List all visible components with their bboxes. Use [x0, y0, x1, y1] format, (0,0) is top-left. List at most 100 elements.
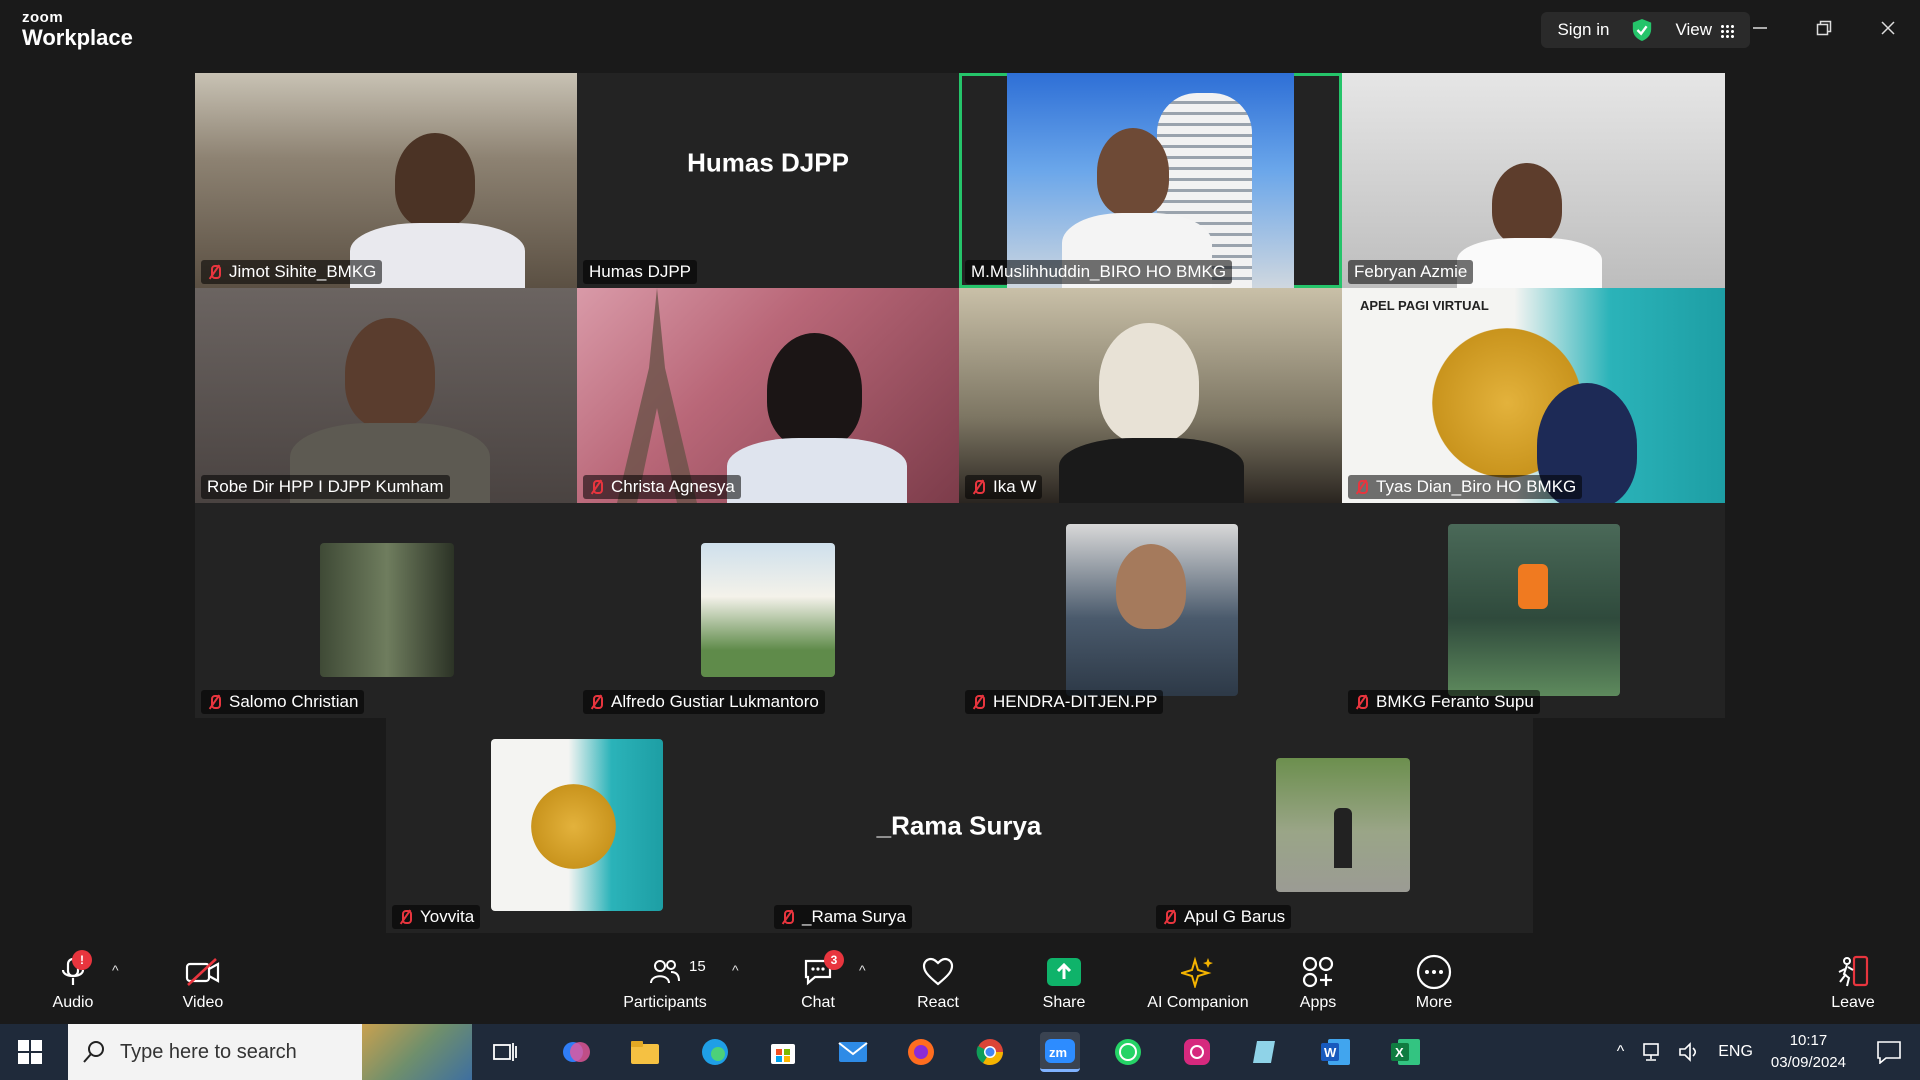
participant-display-name: Humas DJPP: [687, 147, 849, 178]
notification-center-icon[interactable]: [1876, 1040, 1902, 1064]
system-tray: ^ ENG 10:17 03/09/2024: [1617, 1024, 1920, 1080]
task-view-icon[interactable]: [485, 1032, 525, 1072]
minimize-icon[interactable]: [1746, 14, 1774, 42]
microsoft-store-icon[interactable]: [763, 1032, 803, 1072]
clock-date: 03/09/2024: [1770, 1054, 1846, 1071]
view-button[interactable]: View: [1675, 20, 1734, 40]
svg-text:zm: zm: [1049, 1045, 1067, 1060]
chrome-icon[interactable]: [970, 1032, 1010, 1072]
participant-video-body: [727, 438, 907, 503]
zoom-taskbar-icon[interactable]: zm: [1040, 1032, 1080, 1072]
more-button[interactable]: More: [1404, 940, 1464, 1024]
audio-options-caret-icon[interactable]: ^: [112, 962, 119, 978]
name-tag: Christa Agnesya: [583, 475, 741, 499]
excel-icon[interactable]: X: [1386, 1032, 1426, 1072]
participant-video-body: [1059, 438, 1244, 503]
participant-name: Jimot Sihite_BMKG: [229, 262, 377, 281]
show-hidden-icons-icon[interactable]: ^: [1617, 1043, 1625, 1061]
video-tile[interactable]: Christa Agnesya: [577, 288, 959, 503]
close-icon[interactable]: [1874, 14, 1902, 42]
participant-video-body: [1457, 238, 1602, 288]
video-tile[interactable]: Robe Dir HPP I DJPP Kumham: [195, 288, 577, 503]
avatar: [1066, 524, 1238, 696]
share-button[interactable]: Share: [1032, 940, 1096, 1024]
notes-app-icon[interactable]: [1246, 1032, 1286, 1072]
copilot-icon[interactable]: [556, 1032, 596, 1072]
firefox-icon[interactable]: [901, 1032, 941, 1072]
mic-muted-icon: [1162, 909, 1176, 925]
mic-muted-icon: [589, 694, 603, 710]
audio-button[interactable]: ! Audio: [38, 940, 108, 1024]
avatar: [320, 543, 454, 677]
instagram-icon[interactable]: [1177, 1032, 1217, 1072]
taskbar-clock[interactable]: 10:17 03/09/2024: [1771, 1030, 1846, 1074]
share-screen-icon: [1046, 952, 1082, 992]
mic-muted-icon: [207, 694, 221, 710]
video-tile[interactable]: Jimot Sihite_BMKG: [195, 73, 577, 288]
video-tile[interactable]: HENDRA-DITJEN.PP: [959, 503, 1342, 718]
video-tile[interactable]: Humas DJPP Humas DJPP: [577, 73, 959, 288]
language-indicator[interactable]: ENG: [1718, 1043, 1753, 1061]
ai-companion-label: AI Companion: [1147, 994, 1249, 1011]
word-icon[interactable]: W: [1316, 1032, 1356, 1072]
meeting-toolbar: ! Audio ^ Video 15 Participants ^ 3 Chat…: [0, 940, 1920, 1024]
name-tag: Salomo Christian: [201, 690, 365, 714]
name-tag: Febryan Azmie: [1348, 260, 1474, 284]
participant-display-name: _Rama Surya: [876, 810, 1042, 840]
grid-icon: [1720, 23, 1734, 38]
video-tile[interactable]: Yovvita: [386, 718, 768, 933]
file-explorer-icon[interactable]: [625, 1032, 665, 1072]
video-tile[interactable]: Alfredo Gustiar Lukmantoro: [577, 503, 959, 718]
apps-button[interactable]: Apps: [1288, 940, 1348, 1024]
chat-button[interactable]: 3 Chat: [788, 940, 848, 1024]
avatar-figure: [1518, 564, 1548, 609]
network-icon[interactable]: [1642, 1041, 1666, 1063]
video-tile[interactable]: Febryan Azmie: [1342, 73, 1725, 288]
taskbar-search[interactable]: Type here to search: [68, 1024, 472, 1080]
video-tile[interactable]: _Rama Surya _Rama Surya: [768, 718, 1150, 933]
name-tag: _Rama Surya: [774, 905, 912, 929]
brand-big: Workplace: [22, 25, 133, 50]
mic-muted-icon: [1354, 479, 1368, 495]
participant-video: [1007, 73, 1294, 288]
sign-in-button[interactable]: Sign in: [1557, 20, 1609, 40]
mail-icon[interactable]: [833, 1032, 873, 1072]
garuda-emblem-graphic: [531, 784, 616, 869]
chat-unread-badge: 3: [824, 950, 844, 970]
mic-muted-icon: [207, 264, 221, 280]
participants-button[interactable]: 15 Participants: [612, 940, 718, 1024]
name-tag: BMKG Feranto Supu: [1348, 690, 1540, 714]
encryption-shield-icon[interactable]: [1631, 18, 1653, 42]
participant-name: Christa Agnesya: [611, 477, 735, 496]
video-tile-active-speaker[interactable]: M.Muslihhuddin_BIRO HO BMKG: [959, 73, 1342, 288]
participant-name: Humas DJPP: [589, 262, 692, 281]
video-tile[interactable]: BMKG Feranto Supu: [1342, 503, 1725, 718]
mic-muted-icon: [589, 479, 603, 495]
apps-icon: [1301, 952, 1335, 992]
avatar-face: [1116, 544, 1186, 629]
leave-button[interactable]: Leave: [1820, 940, 1886, 1024]
more-icon: [1416, 952, 1452, 992]
video-tile[interactable]: Salomo Christian: [195, 503, 577, 718]
virtual-background-caption: APEL PAGI VIRTUAL: [1360, 298, 1489, 313]
restore-icon[interactable]: [1810, 14, 1838, 42]
more-label: More: [1415, 994, 1453, 1011]
participants-options-caret-icon[interactable]: ^: [732, 962, 739, 978]
participant-video: [1492, 163, 1562, 245]
volume-icon[interactable]: [1678, 1041, 1702, 1063]
whatsapp-icon[interactable]: [1108, 1032, 1148, 1072]
title-bar: zoom Workplace Sign in View: [0, 0, 1920, 62]
participant-name: Ika W: [993, 477, 1037, 496]
video-button[interactable]: Video: [168, 940, 238, 1024]
edge-browser-icon[interactable]: [695, 1032, 735, 1072]
name-tag: M.Muslihhuddin_BIRO HO BMKG: [965, 260, 1233, 284]
windows-start-icon[interactable]: [18, 1040, 42, 1064]
react-button[interactable]: React: [906, 940, 970, 1024]
chat-options-caret-icon[interactable]: ^: [859, 962, 866, 978]
ai-companion-button[interactable]: AI Companion: [1138, 940, 1258, 1024]
video-tile[interactable]: Ika W: [959, 288, 1342, 503]
video-tile[interactable]: Apul G Barus: [1150, 718, 1533, 933]
mic-muted-icon: [1354, 694, 1368, 710]
video-tile[interactable]: APEL PAGI VIRTUAL Tyas Dian_Biro HO BMKG: [1342, 288, 1725, 503]
name-tag: Yovvita: [392, 905, 481, 929]
